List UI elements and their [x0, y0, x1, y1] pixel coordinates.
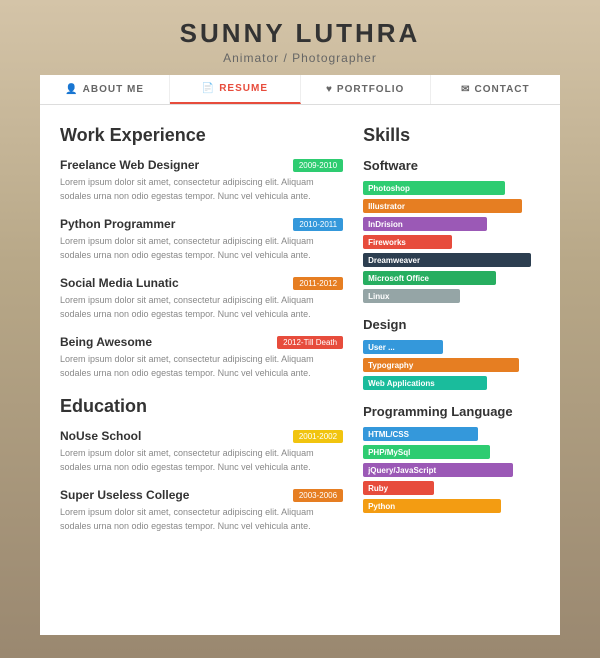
skill-bar-wrap: HTML/CSS	[363, 427, 540, 441]
skill-bar: Typography	[363, 358, 519, 372]
school-date: 2001-2002	[293, 430, 343, 443]
job-date: 2011-2012	[293, 277, 343, 290]
skill-label: Linux	[368, 292, 389, 301]
skill-label: Ruby	[368, 484, 388, 493]
skill-label: User ...	[368, 343, 395, 352]
job-title: Freelance Web Designer	[60, 158, 199, 172]
skill-bar-wrap: Photoshop	[363, 181, 540, 195]
school-description: Lorem ipsum dolor sit amet, consectetur …	[60, 506, 343, 533]
skill-label: PHP/MySql	[368, 448, 410, 457]
skill-bar-wrap: Fireworks	[363, 235, 540, 249]
job-description: Lorem ipsum dolor sit amet, consectetur …	[60, 235, 343, 262]
skill-category: Design User ... Typography Web Applications	[363, 317, 540, 390]
skill-bar-wrap: Python	[363, 499, 540, 513]
heart-icon: ♥	[326, 84, 333, 95]
skill-bar: Linux	[363, 289, 460, 303]
right-column: Skills Software Photoshop Illustrator InDri…	[363, 125, 540, 615]
skill-label: Dreamweaver	[368, 256, 420, 265]
skill-bar: Dreamweaver	[363, 253, 531, 267]
skill-label: InDrision	[368, 220, 403, 229]
skill-bar-wrap: Ruby	[363, 481, 540, 495]
skill-bar: Web Applications	[363, 376, 487, 390]
skill-label: jQuery/JavaScript	[368, 466, 436, 475]
skill-bar: Ruby	[363, 481, 434, 495]
skill-bar-wrap: Microsoft Office	[363, 271, 540, 285]
main-card: Work Experience Freelance Web Designer 2…	[40, 105, 560, 635]
school-description: Lorem ipsum dolor sit amet, consectetur …	[60, 447, 343, 474]
skill-category-title: Design	[363, 317, 540, 332]
job-description: Lorem ipsum dolor sit amet, consectetur …	[60, 176, 343, 203]
nav-resume[interactable]: 📄 RESUME	[170, 75, 300, 104]
skill-bar: User ...	[363, 340, 443, 354]
nav-contact[interactable]: ✉ CONTACT	[431, 75, 560, 104]
job-title: Python Programmer	[60, 217, 175, 231]
skill-bar-wrap: Illustrator	[363, 199, 540, 213]
nav-portfolio[interactable]: ♥ PORTFOLIO	[301, 75, 431, 104]
job-date: 2009-2010	[293, 159, 343, 172]
person-name: SUNNY LUTHRA	[180, 18, 421, 49]
navigation: 👤 ABOUT ME 📄 RESUME ♥ PORTFOLIO ✉ CONTAC…	[40, 75, 560, 105]
skill-label: Photoshop	[368, 184, 410, 193]
job-description: Lorem ipsum dolor sit amet, consectetur …	[60, 353, 343, 380]
skill-bar: jQuery/JavaScript	[363, 463, 513, 477]
skill-category: Software Photoshop Illustrator InDrision Fir…	[363, 158, 540, 303]
skill-bar: Microsoft Office	[363, 271, 496, 285]
skill-category: Programming Language HTML/CSS PHP/MySql jQu…	[363, 404, 540, 513]
skill-category-title: Programming Language	[363, 404, 540, 419]
job-date: 2012-Till Death	[277, 336, 343, 349]
page-header: SUNNY LUTHRA Animator / Photographer	[180, 18, 421, 65]
person-icon: 👤	[65, 84, 78, 95]
skills-title: Skills	[363, 125, 540, 146]
job-entry: Freelance Web Designer 2009-2010 Lorem i…	[60, 158, 343, 203]
skill-label: Typography	[368, 361, 413, 370]
job-entry: Python Programmer 2010-2011 Lorem ipsum …	[60, 217, 343, 262]
school-title: Super Useless College	[60, 488, 189, 502]
schools-list: NoUse School 2001-2002 Lorem ipsum dolor…	[60, 429, 343, 533]
skills-list: Software Photoshop Illustrator InDrision Fir…	[363, 158, 540, 513]
skill-bar-wrap: Linux	[363, 289, 540, 303]
skill-label: Fireworks	[368, 238, 406, 247]
skill-bar-wrap: InDrision	[363, 217, 540, 231]
person-subtitle: Animator / Photographer	[180, 51, 421, 65]
resume-icon: 📄	[202, 83, 215, 94]
job-date: 2010-2011	[293, 218, 343, 231]
skill-bar: PHP/MySql	[363, 445, 490, 459]
mail-icon: ✉	[461, 84, 470, 95]
work-experience-title: Work Experience	[60, 125, 343, 146]
job-title: Being Awesome	[60, 335, 152, 349]
skill-bar: Photoshop	[363, 181, 505, 195]
skill-label: Illustrator	[368, 202, 405, 211]
job-entry: Being Awesome 2012-Till Death Lorem ipsu…	[60, 335, 343, 380]
skill-bar: HTML/CSS	[363, 427, 478, 441]
skill-bar: Python	[363, 499, 501, 513]
skill-bar: Fireworks	[363, 235, 451, 249]
skill-bar-wrap: Typography	[363, 358, 540, 372]
job-title: Social Media Lunatic	[60, 276, 179, 290]
job-description: Lorem ipsum dolor sit amet, consectetur …	[60, 294, 343, 321]
skill-category-title: Software	[363, 158, 540, 173]
skill-bar: Illustrator	[363, 199, 522, 213]
school-entry: Super Useless College 2003-2006 Lorem ip…	[60, 488, 343, 533]
skill-bar-wrap: jQuery/JavaScript	[363, 463, 540, 477]
skill-bar-wrap: User ...	[363, 340, 540, 354]
skill-label: HTML/CSS	[368, 430, 409, 439]
school-date: 2003-2006	[293, 489, 343, 502]
education-section: Education NoUse School 2001-2002 Lorem i…	[60, 396, 343, 533]
education-title: Education	[60, 396, 343, 417]
nav-about[interactable]: 👤 ABOUT ME	[40, 75, 170, 104]
job-entry: Social Media Lunatic 2011-2012 Lorem ips…	[60, 276, 343, 321]
school-title: NoUse School	[60, 429, 141, 443]
skill-label: Web Applications	[368, 379, 435, 388]
skill-bar-wrap: Web Applications	[363, 376, 540, 390]
skill-bar: InDrision	[363, 217, 487, 231]
skill-label: Python	[368, 502, 395, 511]
jobs-list: Freelance Web Designer 2009-2010 Lorem i…	[60, 158, 343, 380]
skill-bar-wrap: Dreamweaver	[363, 253, 540, 267]
school-entry: NoUse School 2001-2002 Lorem ipsum dolor…	[60, 429, 343, 474]
skill-label: Microsoft Office	[368, 274, 429, 283]
left-column: Work Experience Freelance Web Designer 2…	[60, 125, 343, 615]
skill-bar-wrap: PHP/MySql	[363, 445, 540, 459]
